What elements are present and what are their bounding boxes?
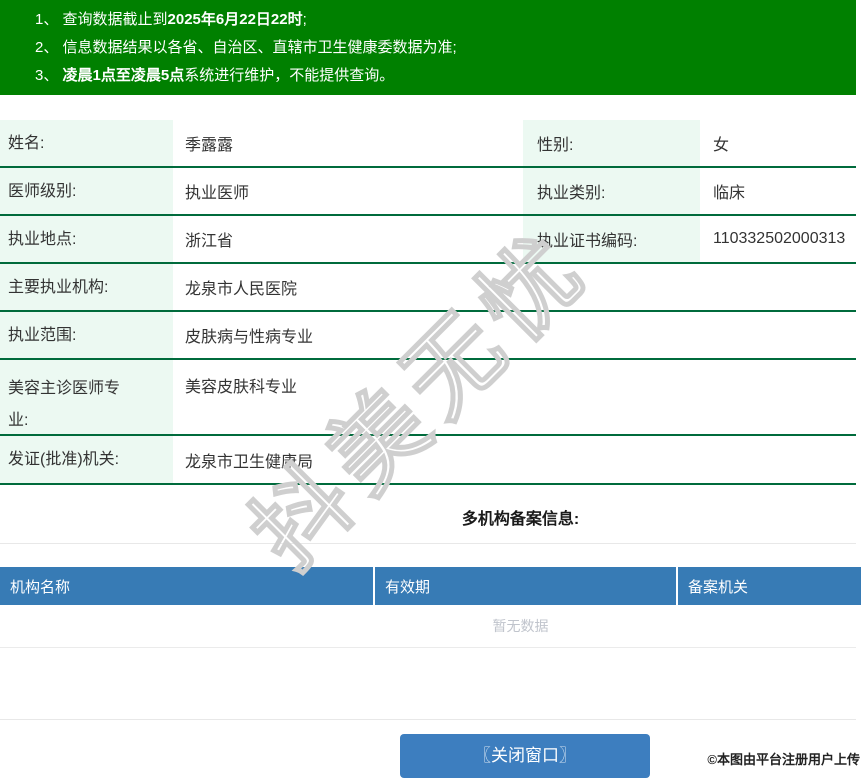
- notice-1-bold: 2025年6月22日22时: [167, 11, 303, 28]
- cosmetic-specialty-value: 美容皮肤科专业: [185, 379, 298, 396]
- notice-1-post: ;: [302, 11, 307, 28]
- table-row: 执业地点: 浙江省 执业证书编码: 110332502000313: [0, 216, 856, 264]
- issuing-authority-value: 龙泉市卫生健康局: [185, 453, 314, 471]
- cosmetic-specialty-label: 美容主诊医师专业:: [0, 360, 173, 434]
- name-label: 姓名:: [0, 120, 173, 166]
- divider: [0, 543, 856, 544]
- practice-location-value: 浙江省: [185, 233, 234, 250]
- close-window-button[interactable]: 〖关闭窗口〗: [400, 734, 650, 778]
- divider: [0, 719, 856, 720]
- table-row: 执业范围: 皮肤病与性病专业: [0, 312, 856, 360]
- main-org-label: 主要执业机构:: [0, 264, 173, 310]
- notice-1-text: 1、 查询数据截止到: [35, 11, 168, 28]
- practice-scope-label: 执业范围:: [0, 312, 173, 358]
- no-data-row: 暂无数据: [0, 605, 856, 648]
- table-row: 美容主诊医师专业: 美容皮肤科专业: [0, 360, 856, 436]
- certificate-number-value: 110332502000313: [713, 230, 846, 247]
- physician-detail-table: 姓名: 季露露 性别: 女 医师级别: 执业医师 执业类别: 临床 执业地点: …: [0, 120, 856, 485]
- name-value: 季露露: [185, 137, 234, 154]
- table-row: 主要执业机构: 龙泉市人民医院: [0, 264, 856, 312]
- doctor-level-value: 执业医师: [185, 185, 250, 202]
- notice-line-1: 1、 查询数据截止到2025年6月22日22时;: [35, 6, 856, 34]
- notice-banner: 1、 查询数据截止到2025年6月22日22时; 2、 信息数据结果以各省、自治…: [0, 0, 856, 95]
- notice-line-2: 2、 信息数据结果以各省、自治区、直辖市卫生健康委数据为准;: [35, 34, 856, 62]
- multi-org-section-title: 多机构备案信息:: [461, 511, 580, 528]
- gender-value: 女: [713, 137, 730, 154]
- notice-line-3: 3、 凌晨1点至凌晨5点系统进行维护，不能提供查询。: [35, 62, 856, 90]
- column-header-org-name: 机构名称: [0, 567, 373, 605]
- practice-scope-value: 皮肤病与性病专业: [185, 329, 314, 346]
- notice-2-text: 2、 信息数据结果以各省、自治区、直辖市卫生健康委数据为准;: [35, 39, 457, 56]
- image-copyright-text: ©本图由平台注册用户上传: [707, 752, 860, 767]
- gender-label: 性别:: [523, 120, 700, 166]
- table-row: 发证(批准)机关: 龙泉市卫生健康局: [0, 436, 856, 485]
- practice-location-label: 执业地点:: [0, 216, 173, 262]
- main-org-value: 龙泉市人民医院: [185, 281, 298, 298]
- practice-category-label: 执业类别:: [523, 168, 700, 214]
- table-row: 医师级别: 执业医师 执业类别: 临床: [0, 168, 856, 216]
- multi-org-table-header: 机构名称 有效期 备案机关: [0, 567, 861, 605]
- column-header-filing-authority: 备案机关: [678, 567, 861, 605]
- table-row: 姓名: 季露露 性别: 女: [0, 120, 856, 168]
- practice-category-value: 临床: [713, 185, 746, 202]
- column-header-validity: 有效期: [375, 567, 676, 605]
- certificate-number-label: 执业证书编码:: [523, 216, 700, 262]
- notice-3-bold: 凌晨1点至凌晨5点: [62, 67, 185, 84]
- notice-3-post: 系统进行维护，不能提供查询。: [184, 67, 395, 84]
- issuing-authority-label: 发证(批准)机关:: [0, 436, 173, 483]
- notice-3-text: 3、: [35, 67, 63, 84]
- doctor-level-label: 医师级别:: [0, 168, 173, 214]
